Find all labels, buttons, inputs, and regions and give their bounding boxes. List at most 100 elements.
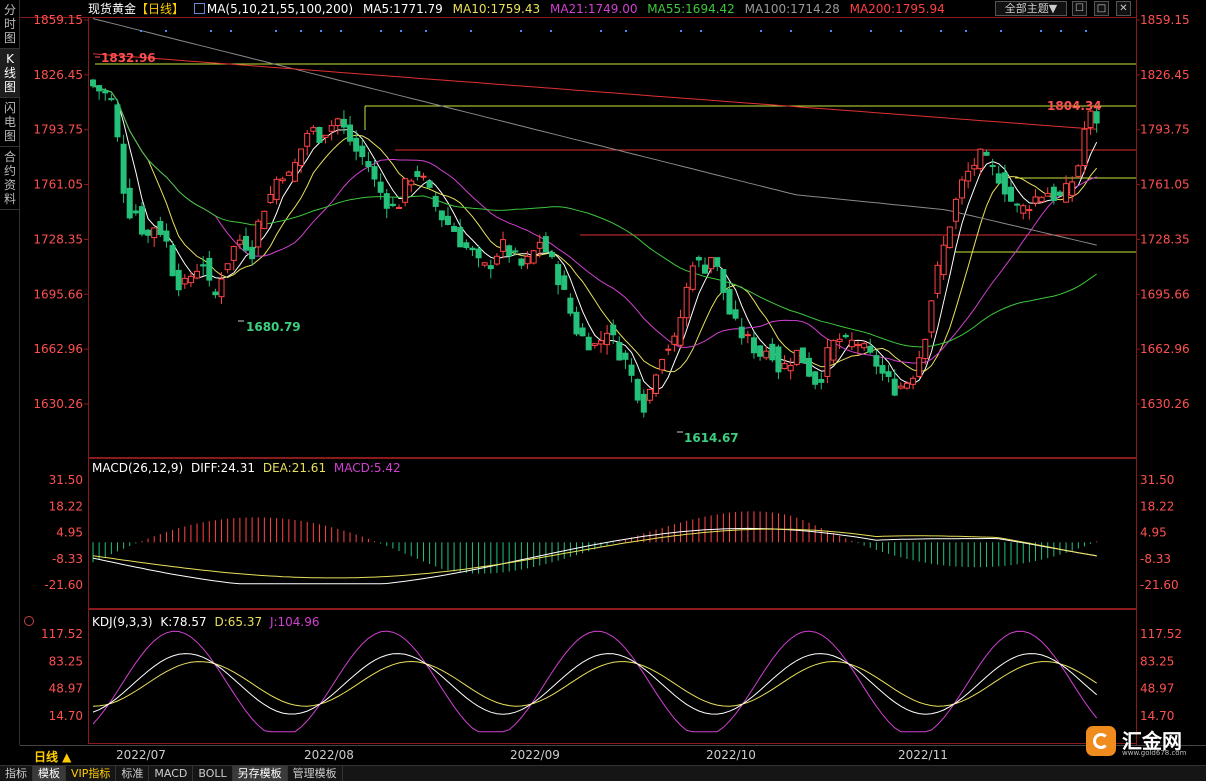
candle-down <box>444 215 451 225</box>
candle-down <box>634 378 641 401</box>
candle-down <box>1056 191 1063 196</box>
kdj-axis-label-right: 117.52 <box>1140 627 1182 641</box>
candle-up <box>946 226 953 249</box>
candle-up <box>279 178 286 182</box>
ma100-line <box>92 18 1097 246</box>
tab-vip-indicators[interactable]: VIP指标 <box>66 766 117 781</box>
kdj-k: K:78.57 <box>160 615 207 629</box>
candle-down <box>702 264 708 274</box>
candle-down <box>695 256 702 261</box>
candle-up <box>493 255 500 265</box>
price-axis-label-left: 1662.96 <box>33 342 83 356</box>
candle-up <box>659 359 666 371</box>
tab-indicators[interactable]: 指标 <box>0 766 33 781</box>
template-toolbar: 指标 模板 VIP指标 标准 MACD BOLL 另存模板 管理模板 <box>0 765 1206 781</box>
candle-down <box>738 326 745 339</box>
event-dot <box>400 30 402 32</box>
candle-up <box>683 286 690 319</box>
candle-up <box>261 210 268 230</box>
price-axis-label-right: 1793.75 <box>1140 123 1190 137</box>
candle-down <box>389 203 396 207</box>
candle-up <box>689 265 696 290</box>
candle-down <box>512 250 519 253</box>
kdj-d: D:65.37 <box>214 615 263 629</box>
candle-down <box>114 104 121 138</box>
candle-up <box>1063 183 1070 203</box>
candle-up <box>285 171 292 176</box>
event-dot <box>700 30 702 32</box>
candle-down <box>622 352 629 360</box>
event-dot <box>425 30 427 32</box>
candle-down <box>549 252 555 258</box>
price-axis-label-right: 1695.66 <box>1140 287 1190 301</box>
candle-down <box>243 236 249 251</box>
macd-axis-label-right: -21.60 <box>1140 578 1179 592</box>
candle-up <box>1069 181 1076 196</box>
candle-down <box>102 90 109 94</box>
kdj-d-line <box>92 660 1097 707</box>
candle-down <box>108 98 115 101</box>
event-dot <box>550 30 552 32</box>
candle-down <box>212 291 219 296</box>
candle-down <box>426 180 433 188</box>
candle-up <box>793 349 800 365</box>
candle-down <box>163 230 170 242</box>
kdj-header: KDJ(9,3,3) K:78.57 D:65.37 J:104.96 <box>92 614 324 630</box>
candle-up <box>928 300 935 333</box>
tab-manage-templates[interactable]: 管理模板 <box>288 766 343 781</box>
candle-up <box>781 363 788 370</box>
tab-templates[interactable]: 模板 <box>33 766 66 781</box>
candle-down <box>451 226 458 232</box>
candle-up <box>591 343 598 346</box>
candle-down <box>200 264 207 267</box>
event-dot <box>680 30 682 32</box>
tab-macd[interactable]: MACD <box>149 766 194 781</box>
candle-down <box>542 236 549 253</box>
candle-up <box>224 263 231 271</box>
candle-down <box>96 85 103 92</box>
candle-down <box>885 371 892 377</box>
date-axis: 日线 ▲ 2022/07 2022/08 2022/09 2022/10 202… <box>20 745 1206 765</box>
candle-up <box>824 347 831 377</box>
kdj-axis-label-left: 83.25 <box>49 654 83 668</box>
candle-up <box>848 339 855 348</box>
candle-up <box>830 340 837 361</box>
macd-axis-label-right: 4.95 <box>1140 526 1167 540</box>
candle-down <box>457 227 464 248</box>
ma200-line <box>92 53 1097 130</box>
chart-canvas[interactable]: 1859.15 1859.15 1826.45 1826.45 1793.75 1793.… <box>0 0 1206 745</box>
macd-axis-label-left: 18.22 <box>49 499 83 513</box>
candle-up <box>855 344 861 347</box>
candle-down <box>347 124 354 142</box>
candle-down <box>120 143 127 194</box>
candle-down <box>732 309 739 319</box>
candle-down <box>359 145 366 158</box>
candle-up <box>230 246 237 261</box>
tab-boll[interactable]: BOLL <box>193 766 233 781</box>
candle-down <box>579 327 586 337</box>
price-axis-label-left: 1630.26 <box>33 397 83 411</box>
candle-down <box>371 166 378 180</box>
tab-standard[interactable]: 标准 <box>116 766 150 781</box>
logo-icon <box>1086 726 1116 756</box>
candle-down <box>316 126 323 143</box>
candle-down <box>567 297 574 314</box>
event-dot <box>760 30 762 32</box>
ma55-line <box>92 85 1097 348</box>
candle-down <box>1093 111 1100 124</box>
candle-down <box>1001 172 1008 195</box>
kdj-settings-icon[interactable] <box>24 616 34 626</box>
candle-up <box>916 357 923 377</box>
kdj-axis-label-left: 117.52 <box>41 627 83 641</box>
candle-down <box>989 164 996 167</box>
candle-up <box>218 278 225 298</box>
candle-down <box>616 341 623 361</box>
period-selector[interactable]: 日线 ▲ <box>34 748 71 765</box>
candle-up <box>322 134 329 138</box>
tab-save-template[interactable]: 另存模板 <box>232 766 288 781</box>
candle-up <box>1081 128 1088 167</box>
kdj-axis-label-left: 48.97 <box>49 682 83 696</box>
candle-down <box>720 269 727 293</box>
candle-up <box>481 262 488 266</box>
candle-down <box>757 345 764 357</box>
